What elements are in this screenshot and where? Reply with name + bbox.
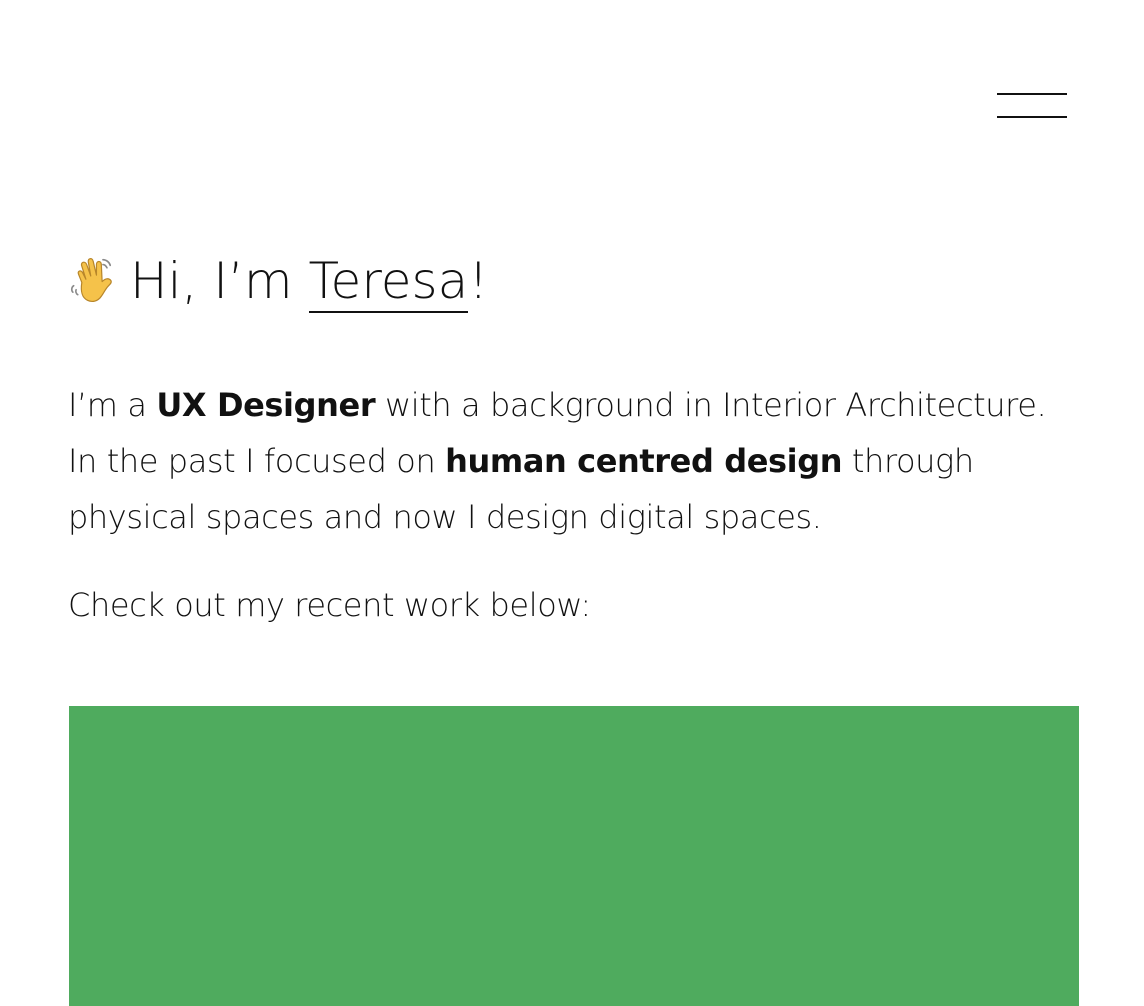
intro-text-start: I’m a bbox=[68, 386, 157, 424]
hamburger-menu-icon-bottom-line bbox=[997, 116, 1067, 118]
hamburger-menu-icon-top-line bbox=[997, 93, 1067, 95]
recent-work-prompt: Check out my recent work below: bbox=[68, 586, 591, 624]
hero-heading: Hi, I’m Teresa! bbox=[68, 250, 489, 313]
waving-hand-icon bbox=[70, 258, 112, 303]
role-highlight: UX Designer bbox=[156, 386, 376, 424]
menu-button[interactable] bbox=[989, 82, 1075, 130]
intro-paragraph: I’m a UX Designer with a background in I… bbox=[68, 377, 1074, 545]
greeting-prefix: Hi, I’m bbox=[130, 252, 309, 310]
focus-highlight: human centred design bbox=[445, 442, 843, 480]
greeting-suffix: ! bbox=[468, 252, 489, 310]
project-card[interactable] bbox=[69, 706, 1079, 1006]
name-link[interactable]: Teresa bbox=[308, 252, 469, 313]
